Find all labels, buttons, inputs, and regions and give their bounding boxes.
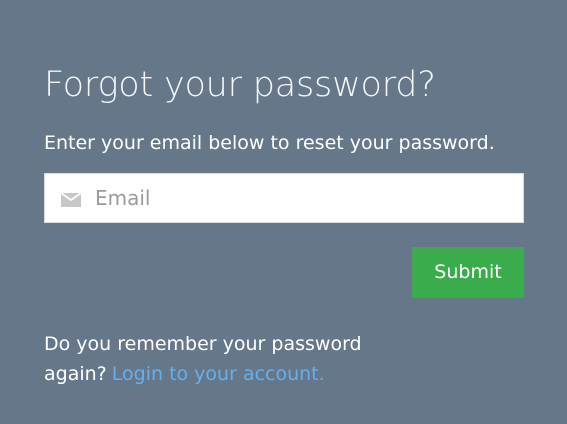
remember-password-prompt: Do you remember your password again? Logi… [44,329,389,389]
email-input[interactable] [95,174,515,222]
page-title: Forgot your password? [44,65,436,105]
reset-instructions: Enter your email below to reset your pas… [44,132,495,154]
email-field[interactable] [44,173,524,223]
submit-button[interactable]: Submit [412,247,524,298]
forgot-password-panel: Forgot your password? Enter your email b… [0,0,567,424]
envelope-icon [60,192,82,207]
login-link[interactable]: Login to your account. [112,363,325,385]
